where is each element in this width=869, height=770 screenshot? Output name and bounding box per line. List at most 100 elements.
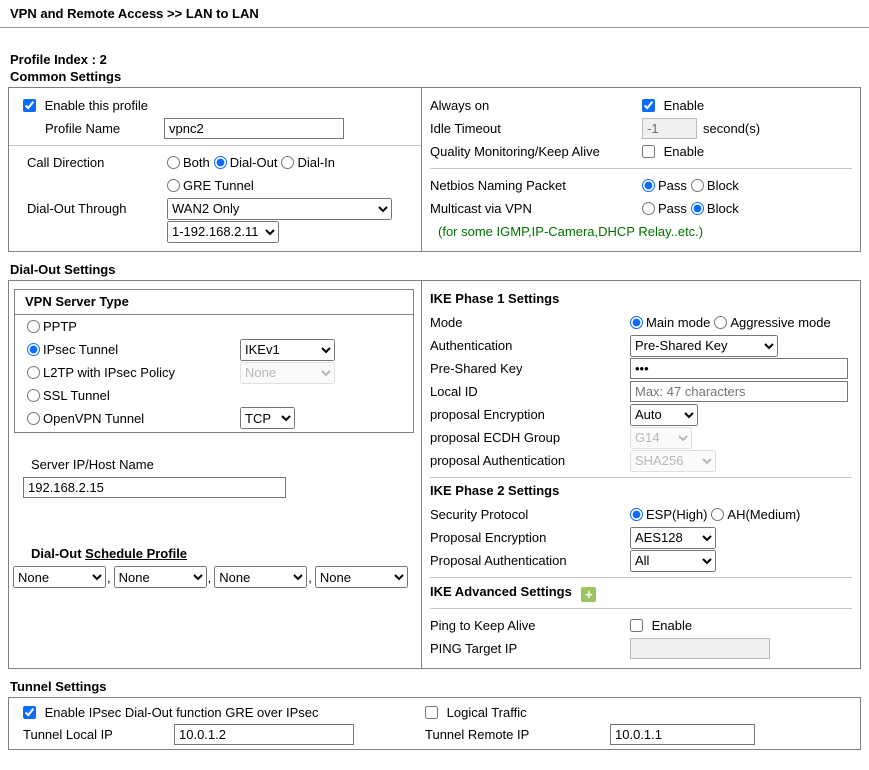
vpn-type-ipsec-radio[interactable] bbox=[27, 343, 40, 356]
enable-profile-option[interactable]: Enable this profile bbox=[23, 98, 148, 113]
ike-auth-row: Authentication Pre-Shared Key bbox=[430, 334, 852, 357]
vpn-type-l2tp-radio[interactable] bbox=[27, 366, 40, 379]
enable-profile-checkbox[interactable] bbox=[23, 99, 36, 112]
pre-shared-key-input[interactable] bbox=[630, 358, 848, 379]
call-direction-dialout-radio[interactable] bbox=[214, 156, 227, 169]
vpn-type-openvpn-row: OpenVPN Tunnel TCP bbox=[15, 407, 413, 432]
ike-mode-main-option[interactable]: Main mode bbox=[630, 315, 710, 330]
enable-gre-option[interactable]: Enable IPsec Dial-Out function GRE over … bbox=[23, 705, 318, 720]
schedule-select-3[interactable]: None bbox=[214, 566, 307, 588]
vpn-server-type-title: VPN Server Type bbox=[15, 290, 413, 315]
phase1-divider bbox=[430, 477, 852, 478]
ike-mode-aggressive-radio[interactable] bbox=[714, 316, 727, 329]
quality-monitoring-label: Quality Monitoring/Keep Alive bbox=[430, 144, 642, 159]
dial-out-through-select[interactable]: WAN2 Only bbox=[167, 198, 392, 220]
phase2-encryption-row: Proposal Encryption AES128 bbox=[430, 526, 852, 549]
proposal-ecdh-label: proposal ECDH Group bbox=[430, 430, 630, 445]
call-direction-both-option[interactable]: Both bbox=[167, 155, 210, 170]
server-ip-input[interactable] bbox=[23, 477, 286, 498]
vpn-type-openvpn-option[interactable]: OpenVPN Tunnel bbox=[27, 411, 144, 426]
multicast-block-radio[interactable] bbox=[691, 202, 704, 215]
openvpn-protocol-select[interactable]: TCP bbox=[240, 407, 295, 429]
tunnel-settings-box: Enable IPsec Dial-Out function GRE over … bbox=[8, 697, 861, 750]
vpn-type-ssl-radio[interactable] bbox=[27, 389, 40, 402]
security-protocol-ah-option[interactable]: AH(Medium) bbox=[711, 507, 800, 522]
schedule-select-1[interactable]: None bbox=[13, 566, 106, 588]
profile-index: Profile Index : 2 bbox=[10, 52, 869, 67]
ike-advanced-title: IKE Advanced Settings bbox=[430, 584, 572, 599]
vpn-type-pptp-radio[interactable] bbox=[27, 320, 40, 333]
call-direction-dialin-option[interactable]: Dial-In bbox=[281, 155, 335, 170]
call-direction-both-radio[interactable] bbox=[167, 156, 180, 169]
always-on-checkbox[interactable] bbox=[642, 99, 655, 112]
netbios-block-option[interactable]: Block bbox=[691, 178, 739, 193]
vpn-type-ssl-option[interactable]: SSL Tunnel bbox=[27, 388, 110, 403]
enable-gre-checkbox[interactable] bbox=[23, 706, 36, 719]
phase2-auth-select[interactable]: All bbox=[630, 550, 716, 572]
ike-mode-aggressive-option[interactable]: Aggressive mode bbox=[714, 315, 830, 330]
logical-traffic-checkbox[interactable] bbox=[425, 706, 438, 719]
ike-auth-select[interactable]: Pre-Shared Key bbox=[630, 335, 778, 357]
l2tp-policy-select: None bbox=[240, 362, 335, 384]
netbios-pass-radio[interactable] bbox=[642, 179, 655, 192]
ping-keep-alive-label: Ping to Keep Alive bbox=[430, 618, 630, 633]
proposal-ecdh-select: G14 bbox=[630, 427, 692, 449]
tunnel-local-ip-input[interactable] bbox=[174, 724, 354, 745]
idle-timeout-label: Idle Timeout bbox=[430, 121, 642, 136]
ping-keep-alive-checkbox[interactable] bbox=[630, 619, 643, 632]
quality-monitoring-option[interactable]: Enable bbox=[642, 144, 704, 159]
vpn-type-pptp-option[interactable]: PPTP bbox=[27, 319, 77, 334]
call-direction-dialin-radio[interactable] bbox=[281, 156, 294, 169]
call-direction-gre-option[interactable]: GRE Tunnel bbox=[167, 178, 254, 193]
ike-advanced-expand-icon[interactable]: + bbox=[581, 587, 596, 602]
schedule-select-2[interactable]: None bbox=[114, 566, 207, 588]
security-protocol-ah-radio[interactable] bbox=[711, 508, 724, 521]
schedule-profile-link[interactable]: Schedule Profile bbox=[85, 546, 187, 561]
dial-out-right: IKE Phase 1 Settings Mode Main mode Aggr… bbox=[421, 281, 860, 668]
vpn-type-l2tp-option[interactable]: L2TP with IPsec Policy bbox=[27, 365, 175, 380]
security-protocol-esp-radio[interactable] bbox=[630, 508, 643, 521]
profile-name-row: Profile Name bbox=[9, 117, 421, 140]
always-on-option[interactable]: Enable bbox=[642, 98, 704, 113]
netbios-block-radio[interactable] bbox=[691, 179, 704, 192]
tunnel-enable-row: Enable IPsec Dial-Out function GRE over … bbox=[9, 701, 860, 723]
multicast-note: (for some IGMP,IP-Camera,DHCP Relay..etc… bbox=[430, 220, 852, 243]
multicast-pass-radio[interactable] bbox=[642, 202, 655, 215]
multicast-pass-option[interactable]: Pass bbox=[642, 201, 687, 216]
ike-version-select[interactable]: IKEv1 bbox=[240, 339, 335, 361]
breadcrumb: VPN and Remote Access >> LAN to LAN bbox=[0, 0, 869, 28]
logical-traffic-option[interactable]: Logical Traffic bbox=[425, 705, 527, 720]
tunnel-local-ip-label: Tunnel Local IP bbox=[23, 727, 174, 742]
quality-monitoring-row: Quality Monitoring/Keep Alive Enable bbox=[430, 140, 852, 163]
proposal-encryption-select[interactable]: Auto bbox=[630, 404, 698, 426]
ike-phase1-title: IKE Phase 1 Settings bbox=[430, 291, 852, 306]
profile-name-input[interactable] bbox=[164, 118, 344, 139]
wan-ip-select[interactable]: 1-192.168.2.11 bbox=[167, 221, 279, 243]
common-settings-box: Enable this profile Profile Name Call Di… bbox=[8, 87, 861, 252]
multicast-row: Multicast via VPN Pass Block bbox=[430, 197, 852, 220]
call-direction-gre-radio[interactable] bbox=[167, 179, 180, 192]
quality-monitoring-checkbox[interactable] bbox=[642, 145, 655, 158]
common-settings-right: Always on Enable Idle Timeout second(s) … bbox=[421, 88, 860, 251]
local-id-input[interactable] bbox=[630, 381, 848, 402]
vpn-type-openvpn-radio[interactable] bbox=[27, 412, 40, 425]
ping-keep-alive-option[interactable]: Enable bbox=[630, 618, 692, 633]
vpn-type-l2tp-row: L2TP with IPsec Policy None bbox=[15, 361, 413, 384]
phase2-encryption-select[interactable]: AES128 bbox=[630, 527, 716, 549]
multicast-block-option[interactable]: Block bbox=[691, 201, 739, 216]
proposal-auth-label: proposal Authentication bbox=[430, 453, 630, 468]
call-direction-dialout-option[interactable]: Dial-Out bbox=[214, 155, 278, 170]
vpn-type-ipsec-option[interactable]: IPsec Tunnel bbox=[27, 342, 118, 357]
wan-ip-row: 1-192.168.2.11 bbox=[9, 220, 421, 243]
local-id-row: Local ID bbox=[430, 380, 852, 403]
tunnel-remote-ip-input[interactable] bbox=[610, 724, 755, 745]
proposal-auth-select: SHA256 bbox=[630, 450, 716, 472]
tunnel-settings-title: Tunnel Settings bbox=[10, 679, 869, 694]
ping-keep-alive-row: Ping to Keep Alive Enable bbox=[430, 614, 852, 637]
ike-mode-main-radio[interactable] bbox=[630, 316, 643, 329]
schedule-label: Dial-Out Schedule Profile bbox=[31, 546, 421, 561]
security-protocol-esp-option[interactable]: ESP(High) bbox=[630, 507, 707, 522]
netbios-pass-option[interactable]: Pass bbox=[642, 178, 687, 193]
schedule-select-4[interactable]: None bbox=[315, 566, 408, 588]
local-id-label: Local ID bbox=[430, 384, 630, 399]
